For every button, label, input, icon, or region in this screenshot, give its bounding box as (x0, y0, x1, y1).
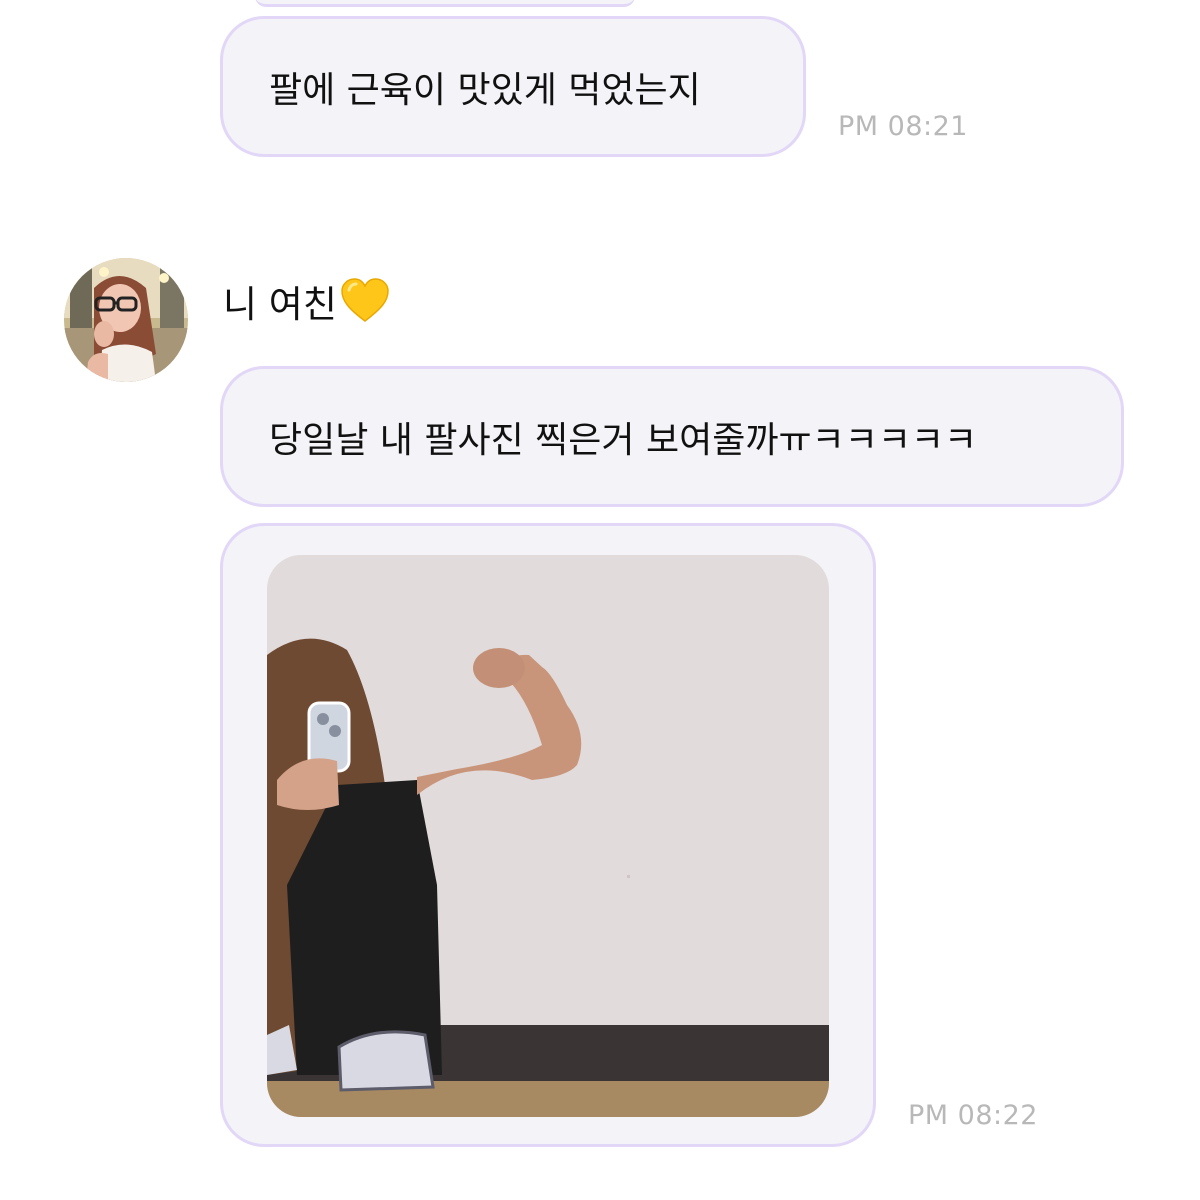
message-bubble[interactable]: 팔에 근육이 맛있게 먹었는지 (220, 16, 806, 157)
previous-message-bubble-edge (255, 0, 635, 7)
photo-image (267, 555, 829, 1117)
shared-photo[interactable] (267, 555, 829, 1117)
yellow-heart-icon (339, 277, 391, 325)
avatar-photo (64, 258, 188, 382)
message-timestamp: PM 08:22 (908, 1100, 1038, 1131)
message-bubble[interactable]: 당일날 내 팔사진 찍은거 보여줄까ㅠㅋㅋㅋㅋㅋ (220, 366, 1124, 507)
message-text: 팔에 근육이 맛있게 먹었는지 (269, 69, 701, 111)
message-timestamp: PM 08:21 (838, 111, 968, 142)
sender-name-label: 니 여친 (223, 283, 337, 326)
chat-screen: 팔에 근육이 맛있게 먹었는지 PM 08:21 니 여친 당일날 내 팔사진 … (0, 0, 1200, 1200)
sender-name[interactable]: 니 여친 (223, 274, 391, 328)
message-text: 당일날 내 팔사진 찍은거 보여줄까ㅠㅋㅋㅋㅋㅋ (269, 419, 978, 461)
avatar[interactable] (64, 258, 188, 382)
